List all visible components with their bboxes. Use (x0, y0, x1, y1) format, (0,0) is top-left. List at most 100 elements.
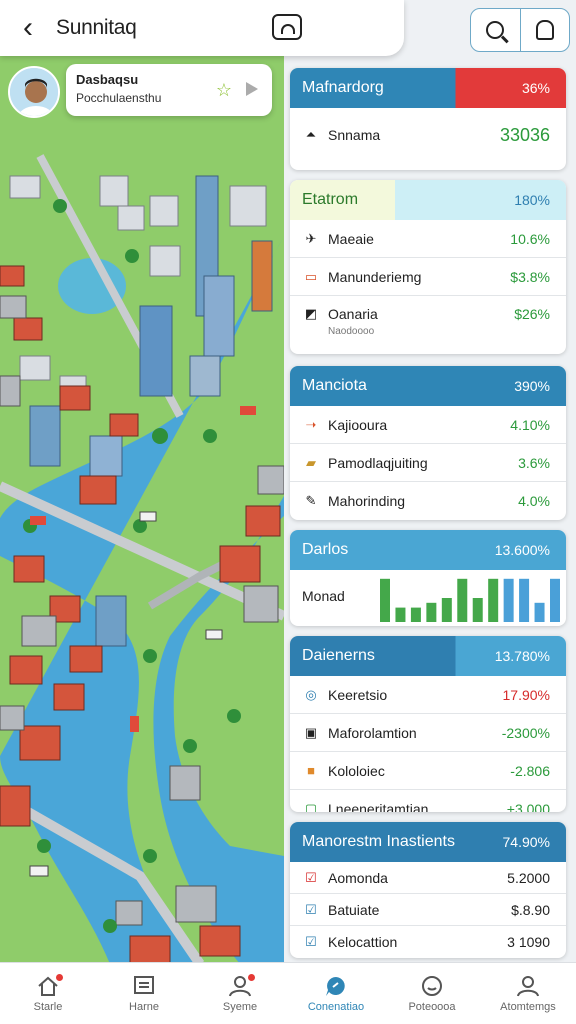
chart-bar (550, 578, 560, 622)
row-label: Aomonda (328, 869, 388, 886)
notification-dot (248, 973, 255, 981)
cast-icon[interactable] (272, 14, 302, 40)
row-value: 5.2000 (507, 869, 550, 886)
list-item[interactable]: ☑ Kelocattion 3 1090 (290, 926, 566, 958)
app-title: Sunnitaq (56, 16, 137, 39)
search-button[interactable] (471, 9, 520, 51)
nav-item-atomtemgs[interactable]: Atomtemgs (480, 963, 576, 1024)
row-value: -2300% (501, 724, 550, 741)
list-item[interactable]: ☑ Aomonda 5.2000 (290, 862, 566, 894)
chart-bar (534, 602, 545, 622)
blue-check-icon: ☑ (305, 934, 317, 949)
nav-item-conenatiao[interactable]: Conenatiao (288, 963, 384, 1024)
chart-area: Monad (290, 570, 566, 626)
list-item[interactable]: ➝ Kajiooura 4.10% (290, 406, 566, 444)
row-label: Pamodlaqjuiting (328, 454, 428, 471)
row-value: +3.000 (506, 801, 550, 812)
city-map[interactable] (0, 56, 284, 964)
plane-icon: ✈ (305, 230, 317, 246)
list-item[interactable]: ◩ Oanaria $26% Naodoooo (290, 296, 566, 350)
row-label: Kelocattion (328, 934, 398, 950)
green-square-icon: ▢ (304, 801, 318, 812)
emoji-icon (419, 975, 445, 997)
chart-bar (380, 578, 390, 622)
row-label: Mahorinding (328, 493, 406, 509)
bottom-navigation: Starle Harne Syeme Conenatiao Poteoooa A… (0, 962, 576, 1024)
nav-label: Conenatiao (307, 1000, 365, 1013)
panel-manciota: Manciota 390% ➝ Kajiooura 4.10% ▰ Pamodl… (290, 366, 566, 520)
row-value: $26% (514, 306, 550, 322)
profile-card[interactable]: Dasbaqsu Pocchulaensthu ☆ (66, 64, 272, 116)
chart-bar (457, 578, 468, 622)
panel-value: 36% (521, 80, 550, 96)
card-icon: ▭ (304, 268, 318, 284)
list-icon (131, 975, 157, 997)
nav-item-poteoooa[interactable]: Poteoooa (384, 963, 480, 1024)
chat-icon (323, 975, 349, 997)
panel-header[interactable]: Mafnardorg 36% (290, 68, 566, 108)
nav-item-starle[interactable]: Starle (0, 963, 96, 1024)
row-note: Naodoooo (328, 326, 375, 337)
row-value: 4.0% (518, 493, 550, 509)
chart-bar (472, 598, 483, 622)
panel-header[interactable]: Darlos 13.600% (290, 530, 566, 570)
back-arrow-icon[interactable]: ‹ (0, 0, 56, 56)
panel-value: 13.780% (494, 648, 550, 664)
row-label: Kajiooura (328, 416, 388, 433)
chart-bar (441, 598, 452, 622)
person-icon (227, 973, 255, 997)
top-app-bar: ‹ Sunnitaq (0, 0, 404, 56)
chart-icon: ◩ (304, 306, 318, 321)
star-icon[interactable]: ☆ (216, 80, 232, 101)
chart-label: Monad (302, 588, 345, 604)
panel-value: 390% (514, 378, 550, 394)
panel-header[interactable]: Manorestm Inastients 74.90% (290, 822, 566, 862)
panel-header[interactable]: Daienerns 13.780% (290, 636, 566, 676)
list-item[interactable]: ✈ Maeaie 10.6% (290, 220, 566, 258)
panel-header[interactable]: Etatrom 180% (290, 180, 566, 220)
panel-value: 13.600% (494, 542, 550, 558)
panel-value: 180% (514, 192, 550, 208)
list-item[interactable]: ■ Kololoiec -2.806 (290, 752, 566, 790)
chart-bar (395, 607, 406, 622)
row-value: 3 1090 (507, 934, 550, 950)
list-item[interactable]: ☑ Batuiate $.8.90 (290, 894, 566, 926)
panel-etatrom: Etatrom 180% ✈ Maeaie 10.6% ▭ Manunderie… (290, 180, 566, 354)
list-item[interactable]: ✎ Mahorinding 4.0% (290, 482, 566, 520)
notifications-button[interactable] (519, 9, 570, 51)
list-item[interactable]: ▰ Pamodlaqjuiting 3.6% (290, 444, 566, 482)
chart-bar (426, 602, 437, 622)
chart-bar (488, 578, 499, 622)
panel-mafnardorg: Mafnardorg 36% ⏶ Snnama 33036 (290, 68, 566, 170)
nav-label: Starle (33, 1000, 63, 1013)
list-item[interactable]: ▭ Manunderiemg $3.8% (290, 258, 566, 296)
list-item[interactable]: ⏶ Snnama 33036 (290, 108, 566, 162)
list-item[interactable]: ▢ Lneeneritamtian +3.000 (290, 790, 566, 812)
list-item[interactable]: ◎ Keeretsio 17.90% (290, 676, 566, 714)
list-item[interactable]: ▣ Maforolamtion -2300% (290, 714, 566, 752)
folder-icon: ▰ (306, 454, 316, 470)
row-value: 4.10% (510, 416, 550, 433)
nav-label: Poteoooa (408, 1000, 456, 1013)
row-label: Kololoiec (328, 762, 385, 779)
panel-value: 74.90% (502, 834, 550, 850)
chart-bar (503, 578, 514, 622)
profile-subtitle: Pocchulaensthu (76, 91, 162, 105)
red-check-icon: ☑ (305, 869, 317, 885)
row-value: 3.6% (518, 454, 550, 471)
notification-dot (56, 973, 63, 981)
chart-bar (410, 607, 421, 622)
user-icon (515, 975, 541, 997)
panel-title: Darlos (302, 541, 349, 558)
panel-header[interactable]: Manciota 390% (290, 366, 566, 406)
row-label: Batuiate (328, 901, 380, 918)
avatar[interactable] (8, 66, 60, 118)
search-icon (486, 21, 505, 39)
play-icon[interactable] (246, 82, 258, 96)
nav-item-harne[interactable]: Harne (96, 963, 192, 1024)
blue-check-icon: ☑ (305, 901, 317, 917)
bell-icon (535, 20, 554, 40)
panel-title: Manciota (302, 377, 367, 394)
nav-label: Syeme (222, 1000, 258, 1013)
nav-item-syeme[interactable]: Syeme (192, 963, 288, 1024)
